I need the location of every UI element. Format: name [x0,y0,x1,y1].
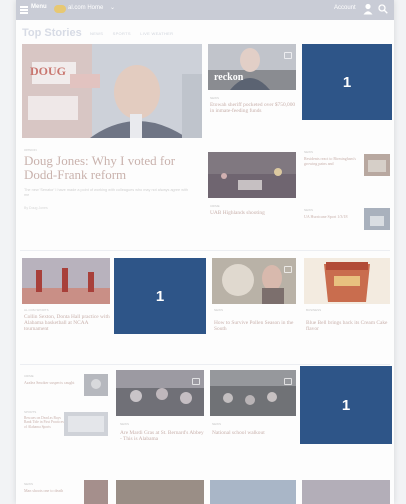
tab-sports[interactable]: SPORTS [113,31,131,36]
small-story-kicker: NEWS [304,208,313,212]
pollen-story-image[interactable] [212,258,296,304]
small-story-thumbnail[interactable] [364,208,390,230]
small-story-headline[interactable]: Azalea Smoker suspects caught [24,380,80,385]
mardi-story-headline[interactable]: Are Mardi Gras at St. Bernard's Abbey - … [120,430,204,442]
ad-tile[interactable]: 1 [114,258,206,334]
small-story-headline[interactable]: Man shoots one to death [24,488,80,493]
walkout-story-kicker: NEWS [212,422,221,426]
bluebell-story-kicker: BUSINESS [306,308,322,312]
walkout-story-headline[interactable]: National school walkout [212,430,296,436]
main-story-image[interactable] [22,44,202,138]
sheriff-story-headline[interactable]: Etowah sheriff pocketed over $750,000 in… [210,102,296,114]
small-story-thumbnail[interactable] [364,154,390,176]
collin-story-headline[interactable]: Collin Sexton, Donta Hall practice with … [24,314,110,333]
top-navigation-bar: Menu al.com Home ⌄ Account [16,0,394,20]
sheriff-story-kicker: NEWS [210,96,219,100]
ad-tile-count: 1 [342,73,352,91]
small-story-headline[interactable]: UA Hurricane Sport 1/3/18 [304,214,360,219]
walkout-story-image[interactable] [210,370,296,416]
ad-tile-count: 1 [155,287,165,305]
small-story-kicker: SPORTS [24,410,37,414]
mardi-story-image[interactable] [116,370,204,416]
camera-icon [192,378,200,385]
small-story-thumbnail[interactable] [84,480,108,504]
collin-story-image[interactable] [22,258,110,304]
story-image[interactable] [210,480,296,504]
pollen-story-kicker: NEWS [214,308,223,312]
camera-icon [284,52,292,59]
sheriff-photo-sign-text: reckon [214,72,244,83]
collin-story-kicker: AL.COM SPORTS [24,308,49,312]
menu-label[interactable]: Menu [31,4,47,10]
ad-tile[interactable]: 1 [300,366,392,444]
brand-link[interactable]: al.com Home [68,5,103,11]
section-tabs: NEWS SPORTS LIVE WEATHER [90,31,181,36]
main-story-kicker: OPINION [24,148,37,152]
main-story-byline: By Doug Jones [24,206,48,210]
small-story-thumbnail[interactable] [84,374,108,396]
divider [20,250,390,251]
ad-tile[interactable]: 1 [302,44,392,120]
story-image[interactable] [116,480,204,504]
search-icon[interactable] [378,4,388,14]
small-story-headline[interactable]: Residents react to Birmingham's growing … [304,156,360,166]
chevron-down-icon[interactable]: ⌄ [110,4,115,11]
tab-news[interactable]: NEWS [90,31,103,36]
mardi-story-kicker: NEWS [120,422,129,426]
shooting-story-image[interactable] [208,152,296,198]
camera-icon [284,266,292,273]
bluebell-story-headline[interactable]: Blue Bell brings back its Cream Cake fla… [306,320,390,332]
pollen-story-headline[interactable]: How to Survive Pollen Season in the Sout… [214,320,296,332]
camera-icon [284,378,292,385]
ad-tile-count: 1 [341,396,351,414]
main-story-summary: The new 'Senator' I have made a point of… [24,188,188,197]
story-image[interactable] [302,480,390,504]
small-story-kicker: NEWS [304,150,313,154]
small-story-headline[interactable]: Rescues on Dead as Buys Rank Tide in Fir… [24,416,64,429]
small-story-kicker: NEWS [24,482,33,486]
main-story-headline[interactable]: Doug Jones: Why I voted for Dodd-Frank r… [24,154,196,182]
small-story-kicker: CRIME [24,374,34,378]
logo-icon[interactable] [54,5,66,13]
shooting-story-headline[interactable]: UAB Highlands shooting [210,210,296,216]
account-link[interactable]: Account [334,5,356,11]
menu-icon[interactable] [20,6,28,14]
page-container: Menu al.com Home ⌄ Account Top Stories N… [16,0,394,504]
bluebell-story-image[interactable] [304,258,390,304]
shooting-story-kicker: CRIME [210,204,220,208]
sheriff-story-image[interactable] [208,44,296,90]
main-photo-sign-text: DOUG [30,64,66,78]
tab-live-weather[interactable]: LIVE WEATHER [140,31,173,36]
divider [20,364,390,365]
user-icon[interactable] [363,3,373,15]
small-story-thumbnail[interactable] [64,412,108,436]
page-title: Top Stories [22,27,82,39]
